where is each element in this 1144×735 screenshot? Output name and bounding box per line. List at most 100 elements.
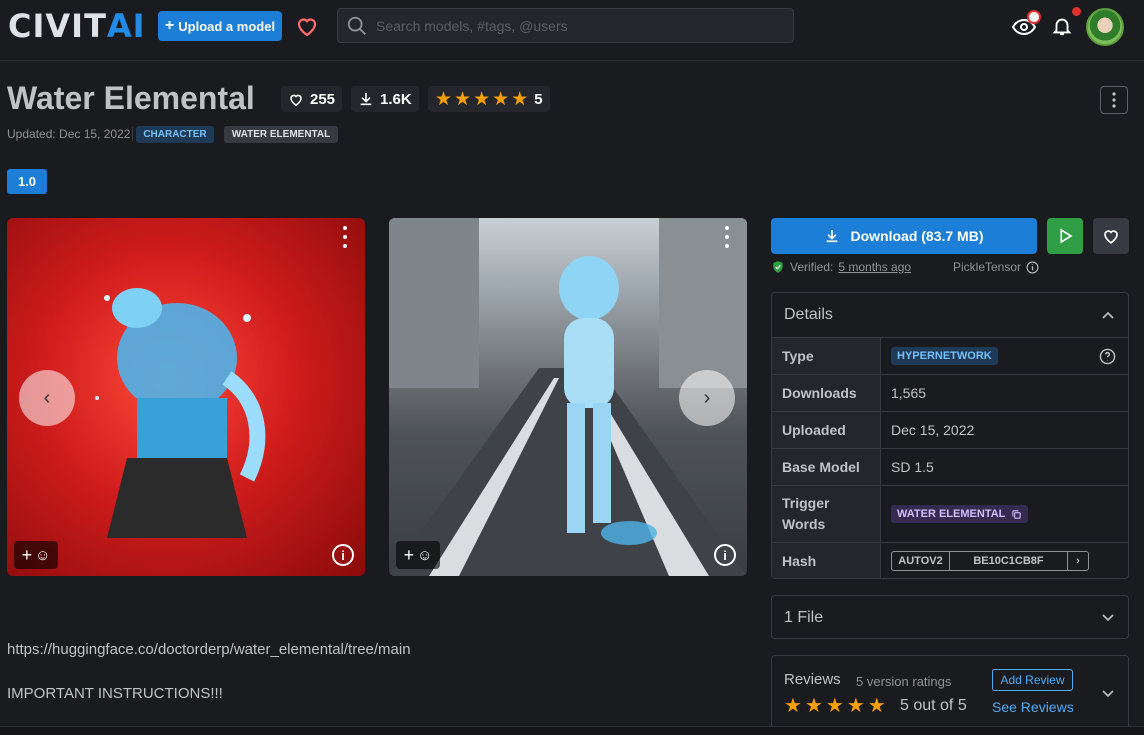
tag-water-elemental[interactable]: WATER ELEMENTAL (224, 126, 338, 143)
search-icon (347, 16, 366, 35)
copy-icon (1012, 509, 1022, 519)
reviews-stars: ★ ★ ★ ★ ★ (784, 696, 886, 716)
notification-dot (1072, 7, 1081, 16)
chevron-down-icon (1102, 614, 1114, 622)
details-key: Trigger Words (772, 486, 880, 542)
star-icon: ★ (435, 88, 453, 110)
star-icon: ★ (825, 695, 844, 717)
play-icon (1060, 228, 1073, 244)
details-row-hash: Hash AUTOV2 BE10C1CB8F › (772, 542, 1128, 578)
description-link[interactable]: https://huggingface.co/doctorderp/water_… (7, 641, 411, 658)
downloads-short-value: 1.6K (380, 90, 412, 108)
trigger-word-chip[interactable]: WATER ELEMENTAL (891, 505, 1029, 523)
updated-date: Updated: Dec 15, 2022 (7, 127, 131, 141)
details-key: Downloads (772, 375, 880, 411)
image-menu-button[interactable] (719, 226, 735, 248)
add-reaction-button[interactable]: + ☺ (396, 541, 440, 569)
files-title: 1 File (784, 609, 824, 626)
reviews-count: 5 version ratings (856, 674, 952, 689)
details-key: Uploaded (772, 412, 880, 448)
plus-icon: + (21, 544, 33, 565)
details-header[interactable]: Details (772, 293, 1128, 337)
star-icon: ★ (473, 88, 491, 110)
chevron-left-icon: ‹ (43, 386, 51, 409)
blocked-badge-icon (1027, 10, 1041, 24)
download-label: Download (83.7 MB) (850, 228, 984, 244)
details-value: Dec 15, 2022 (880, 412, 1128, 448)
likes-count[interactable]: 255 (281, 86, 343, 112)
details-panel: Details Type HYPERNETWORK Downloads 1,56… (771, 292, 1129, 579)
details-value: SD 1.5 (880, 449, 1128, 485)
star-icon: ★ (846, 695, 865, 717)
star-icon: ★ (867, 695, 886, 717)
hash-type[interactable]: AUTOV2 (892, 551, 950, 570)
chevron-up-icon (1102, 311, 1114, 319)
run-model-button[interactable] (1047, 218, 1083, 254)
chevron-down-icon[interactable] (1102, 690, 1114, 698)
details-value: WATER ELEMENTAL (880, 486, 1128, 542)
model-title: Water Elemental (7, 80, 255, 116)
favorite-button[interactable] (1093, 218, 1129, 254)
details-row-trigger-words: Trigger Words WATER ELEMENTAL (772, 485, 1128, 542)
star-icon: ★ (492, 88, 510, 110)
author-name: PickleTensor (953, 260, 1022, 274)
info-icon[interactable] (1026, 261, 1039, 274)
heart-icon (1104, 230, 1118, 244)
reviews-panel: Reviews 5 version ratings ★ ★ ★ ★ ★ 5 out of… (771, 655, 1129, 730)
star-icon: ★ (511, 88, 529, 110)
logo-text-primary: CIVIT (8, 7, 107, 45)
star-icon: ★ (784, 695, 802, 717)
smiley-icon: ☺ (35, 546, 51, 564)
search-input[interactable] (376, 17, 776, 34)
verified-time-link[interactable]: 5 months ago (838, 260, 911, 274)
details-row-base-model: Base Model SD 1.5 (772, 448, 1128, 485)
details-row-type: Type HYPERNETWORK (772, 337, 1128, 374)
more-options-button[interactable] (1100, 86, 1128, 114)
add-reaction-button[interactable]: + ☺ (14, 541, 58, 569)
scanner-author: PickleTensor (953, 260, 1039, 274)
reviews-title: Reviews (784, 671, 841, 688)
plus-icon: + (403, 544, 415, 565)
help-icon[interactable] (1099, 348, 1116, 365)
divider (132, 127, 133, 141)
civitai-logo[interactable]: CIVIT AI (8, 7, 146, 45)
kebab-icon (1112, 92, 1116, 108)
smiley-icon: ☺ (417, 546, 433, 564)
upload-model-label: Upload a model (178, 18, 276, 34)
star-icon: ★ (804, 695, 823, 717)
image-info-icon[interactable]: i (332, 544, 354, 566)
add-review-button[interactable]: Add Review (992, 669, 1073, 691)
tag-character[interactable]: CHARACTER (136, 126, 214, 143)
heart-icon (290, 94, 302, 106)
top-header: CIVIT AI + Upload a model (0, 0, 1144, 61)
hash-value[interactable]: BE10C1CB8F (950, 551, 1068, 570)
carousel-prev-button[interactable]: ‹ (19, 370, 75, 426)
upload-model-button[interactable]: + Upload a model (158, 11, 282, 41)
chevron-right-icon[interactable]: › (1068, 552, 1088, 570)
search-bar[interactable] (337, 8, 794, 43)
rating-value: 5 (534, 90, 543, 108)
version-tab[interactable]: 1.0 (7, 169, 47, 194)
water-figure-image (95, 288, 266, 538)
rating-summary[interactable]: ★ ★ ★ ★ ★ 5 (428, 86, 550, 112)
image-menu-button[interactable] (337, 226, 353, 248)
user-avatar[interactable] (1086, 8, 1124, 46)
rating-stars: ★ ★ ★ ★ ★ (435, 90, 528, 109)
files-panel[interactable]: 1 File (771, 595, 1129, 639)
chevron-right-icon: › (703, 386, 711, 409)
image-info-icon[interactable]: i (714, 544, 736, 566)
hash-selector[interactable]: AUTOV2 BE10C1CB8F › (891, 550, 1089, 571)
support-heart-icon[interactable] (292, 12, 322, 40)
details-row-uploaded: Uploaded Dec 15, 2022 (772, 411, 1128, 448)
details-row-downloads: Downloads 1,565 (772, 374, 1128, 411)
download-button[interactable]: Download (83.7 MB) (771, 218, 1037, 254)
details-title: Details (784, 306, 833, 323)
verified-status: Verified: 5 months ago (771, 260, 911, 274)
downloads-count: 1.6K (351, 86, 419, 112)
carousel-next-button[interactable]: › (679, 370, 735, 426)
download-icon (827, 230, 838, 243)
footer-bar (0, 726, 1144, 735)
see-reviews-link[interactable]: See Reviews (992, 699, 1074, 715)
files-header[interactable]: 1 File (772, 596, 1128, 640)
verified-prefix: Verified: (790, 260, 834, 274)
